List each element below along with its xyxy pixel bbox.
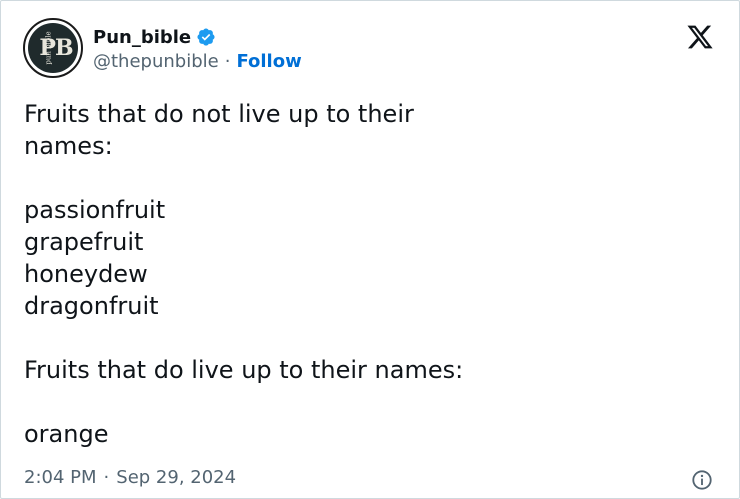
avatar[interactable]: pun bible PB [23, 18, 83, 78]
tweet-line: honeydew [24, 260, 148, 288]
tweet-date: Sep 29, 2024 [116, 467, 237, 488]
follow-button[interactable]: Follow [236, 51, 301, 72]
tweet-text: Fruits that do not live up to their name… [24, 98, 714, 450]
name-row: Pun_bible [93, 24, 302, 50]
author-handle[interactable]: @thepunbible [93, 51, 219, 72]
info-icon[interactable] [691, 469, 713, 491]
avatar-image: pun bible PB [28, 23, 78, 73]
timestamp-separator: · [103, 467, 110, 488]
tweet-timestamp[interactable]: 2:04 PM · Sep 29, 2024 [24, 467, 236, 488]
avatar-side-text: pun bible [44, 31, 53, 65]
tweet-line [24, 322, 714, 354]
handle-row: @thepunbible · Follow [93, 51, 302, 72]
tweet-line [24, 386, 714, 418]
tweet-line: names: [24, 132, 113, 160]
tweet-line: passionfruit [24, 196, 166, 224]
tweet-line: Fruits that do live up to their names: [24, 356, 464, 384]
x-logo-icon[interactable] [685, 23, 715, 51]
tweet-line: dragonfruit [24, 292, 159, 320]
handle-separator: · [224, 51, 231, 72]
tweet-line: orange [24, 420, 109, 448]
display-name[interactable]: Pun_bible [93, 27, 191, 48]
tweet-card: pun bible PB Pun_bible @thepunbible · Fo… [0, 0, 740, 499]
tweet-line [24, 162, 714, 194]
tweet-header: pun bible PB Pun_bible @thepunbible · Fo… [23, 17, 302, 79]
tweet-line: Fruits that do not live up to their [24, 100, 414, 128]
tweet-line: grapefruit [24, 228, 144, 256]
author-block: Pun_bible @thepunbible · Follow [93, 24, 302, 73]
tweet-time: 2:04 PM [24, 467, 97, 488]
verified-badge-icon [197, 28, 215, 46]
